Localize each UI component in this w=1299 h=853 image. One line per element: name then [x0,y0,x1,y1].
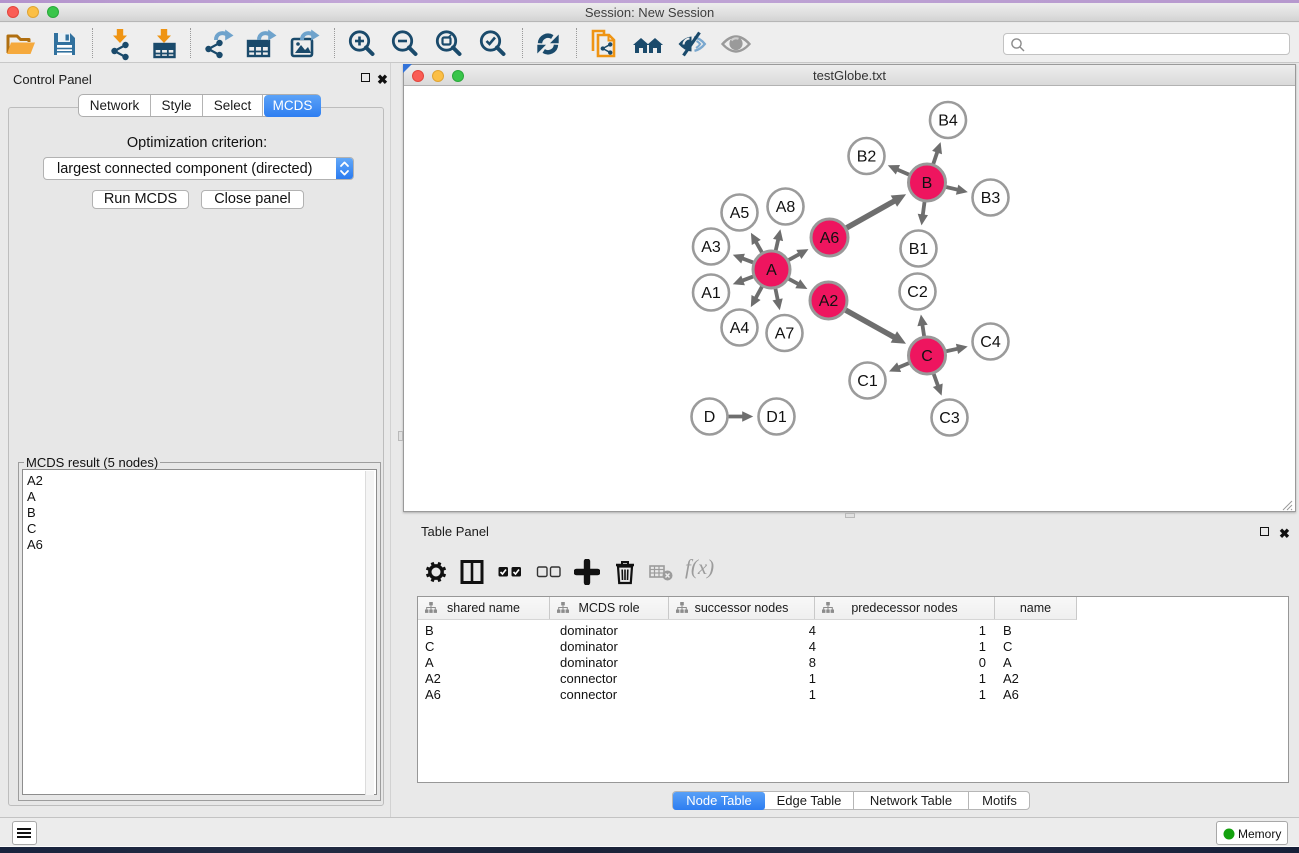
svg-text:C4: C4 [980,334,1001,351]
svg-text:A5: A5 [730,205,750,222]
svg-text:A8: A8 [776,199,796,216]
svg-text:A6: A6 [820,230,840,247]
svg-text:C: C [921,348,933,365]
svg-text:B2: B2 [857,149,877,166]
svg-text:B1: B1 [909,241,929,258]
svg-text:D: D [704,409,716,426]
svg-text:A: A [766,262,777,279]
svg-text:B3: B3 [981,190,1001,207]
svg-text:D1: D1 [766,409,787,426]
svg-text:A3: A3 [701,239,721,256]
svg-text:A2: A2 [819,293,839,310]
svg-text:C3: C3 [939,410,960,427]
svg-text:A7: A7 [775,326,795,343]
svg-text:C1: C1 [857,373,878,390]
svg-text:B: B [922,175,933,192]
svg-text:A1: A1 [701,285,721,302]
svg-text:C2: C2 [907,284,928,301]
svg-text:A4: A4 [730,320,750,337]
svg-text:B4: B4 [938,113,958,130]
